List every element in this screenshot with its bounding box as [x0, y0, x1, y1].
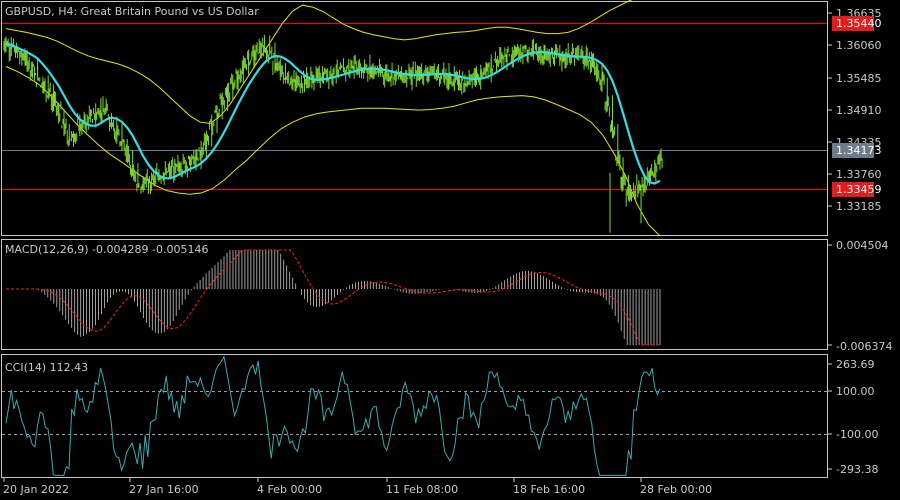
price-tick: 1.33185	[836, 200, 882, 213]
price-tick: 1.33760	[836, 168, 882, 181]
cci-title: CCI(14) 112.43	[5, 361, 88, 374]
chart: GBPUSD, H4: Great Britain Pound vs US Do…	[0, 0, 900, 500]
time-tick: 28 Feb 00:00	[640, 483, 712, 496]
cci-axis-label: 263.69	[836, 358, 875, 371]
current-price-label-text: 1.34173	[836, 144, 882, 157]
cci-axis-label: -293.38	[836, 463, 878, 476]
price-tick: 1.35485	[836, 72, 882, 85]
macd-title: MACD(12,26,9) -0.004289 -0.005146	[5, 243, 208, 256]
price-panel-title: GBPUSD, H4: Great Britain Pound vs US Do…	[5, 5, 259, 18]
cci-axis-label: 100.00	[836, 385, 875, 398]
time-tick: 18 Feb 16:00	[513, 483, 585, 496]
macd-axis-top: 0.004504	[836, 239, 889, 252]
price-tick: 1.34910	[836, 104, 882, 117]
macd-axis-bottom: -0.006374	[836, 340, 892, 353]
time-tick: 4 Feb 00:00	[257, 483, 322, 496]
time-tick: 27 Jan 16:00	[129, 483, 199, 496]
time-tick: 11 Feb 08:00	[386, 483, 458, 496]
time-tick: 20 Jan 2022	[3, 483, 69, 496]
cci-axis-label: -100.00	[836, 428, 878, 441]
price-tick: 1.36060	[836, 39, 882, 52]
level-label-upper-text: 1.35440	[836, 17, 882, 30]
level-label-lower-text: 1.33459	[836, 183, 882, 196]
